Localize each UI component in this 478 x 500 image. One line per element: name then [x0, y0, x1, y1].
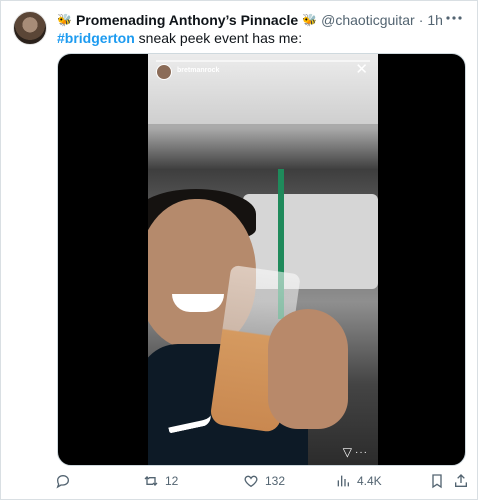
- send-icon: ▽: [342, 445, 352, 459]
- retweet-icon: [144, 476, 158, 486]
- display-name[interactable]: Promenading Anthony’s Pinnacle: [76, 12, 298, 28]
- action-bar: 12 132 4.4K: [51, 473, 471, 493]
- more-options-icon[interactable]: [445, 11, 463, 26]
- views-count: 4.4K: [357, 474, 382, 488]
- story-time: 1h: [223, 67, 232, 74]
- like-button[interactable]: 132: [243, 473, 285, 489]
- reply-icon: [56, 474, 70, 489]
- video-media[interactable]: bretmanrock 1h ✕ ▽ ···: [57, 53, 466, 466]
- user-handle[interactable]: @chaoticguitar: [321, 12, 415, 28]
- bookmark-icon: [432, 474, 442, 489]
- share-button[interactable]: [453, 473, 469, 489]
- tweet-card[interactable]: 🐝 Promenading Anthony’s Pinnacle 🐝 @chao…: [0, 0, 478, 500]
- reply-button[interactable]: [55, 473, 77, 489]
- heart-icon: [244, 475, 258, 488]
- timestamp[interactable]: 1h: [427, 12, 443, 28]
- separator-dot: ·: [418, 12, 424, 28]
- share-icon: [455, 474, 467, 487]
- retweet-button[interactable]: 12: [143, 473, 178, 489]
- tweet-header: 🐝 Promenading Anthony’s Pinnacle 🐝 @chao…: [57, 11, 443, 29]
- car-roof: [148, 54, 378, 124]
- story-username-text: bretmanrock: [177, 67, 220, 74]
- story-more-icon: ···: [355, 447, 368, 458]
- tweet-text: #bridgerton sneak peek event has me:: [57, 30, 302, 46]
- like-count: 132: [265, 474, 286, 488]
- bookmark-button[interactable]: [429, 473, 445, 489]
- story-username: bretmanrock 1h: [177, 67, 231, 74]
- story-progress-bar: [156, 60, 370, 62]
- views-chart-icon: [337, 475, 349, 487]
- views-button[interactable]: 4.4K: [335, 473, 382, 489]
- close-icon: ✕: [355, 61, 368, 78]
- retweet-count: 12: [165, 474, 179, 488]
- person-hand: [268, 309, 348, 429]
- avatar[interactable]: [13, 11, 47, 45]
- bee-emoji-icon: 🐝: [302, 13, 318, 27]
- video-frame[interactable]: bretmanrock 1h ✕ ▽ ···: [148, 54, 378, 465]
- story-avatar: [156, 64, 172, 80]
- bee-emoji-icon: 🐝: [57, 13, 72, 27]
- hashtag-link[interactable]: #bridgerton: [57, 30, 135, 46]
- tweet-body: sneak peek event has me:: [134, 30, 303, 46]
